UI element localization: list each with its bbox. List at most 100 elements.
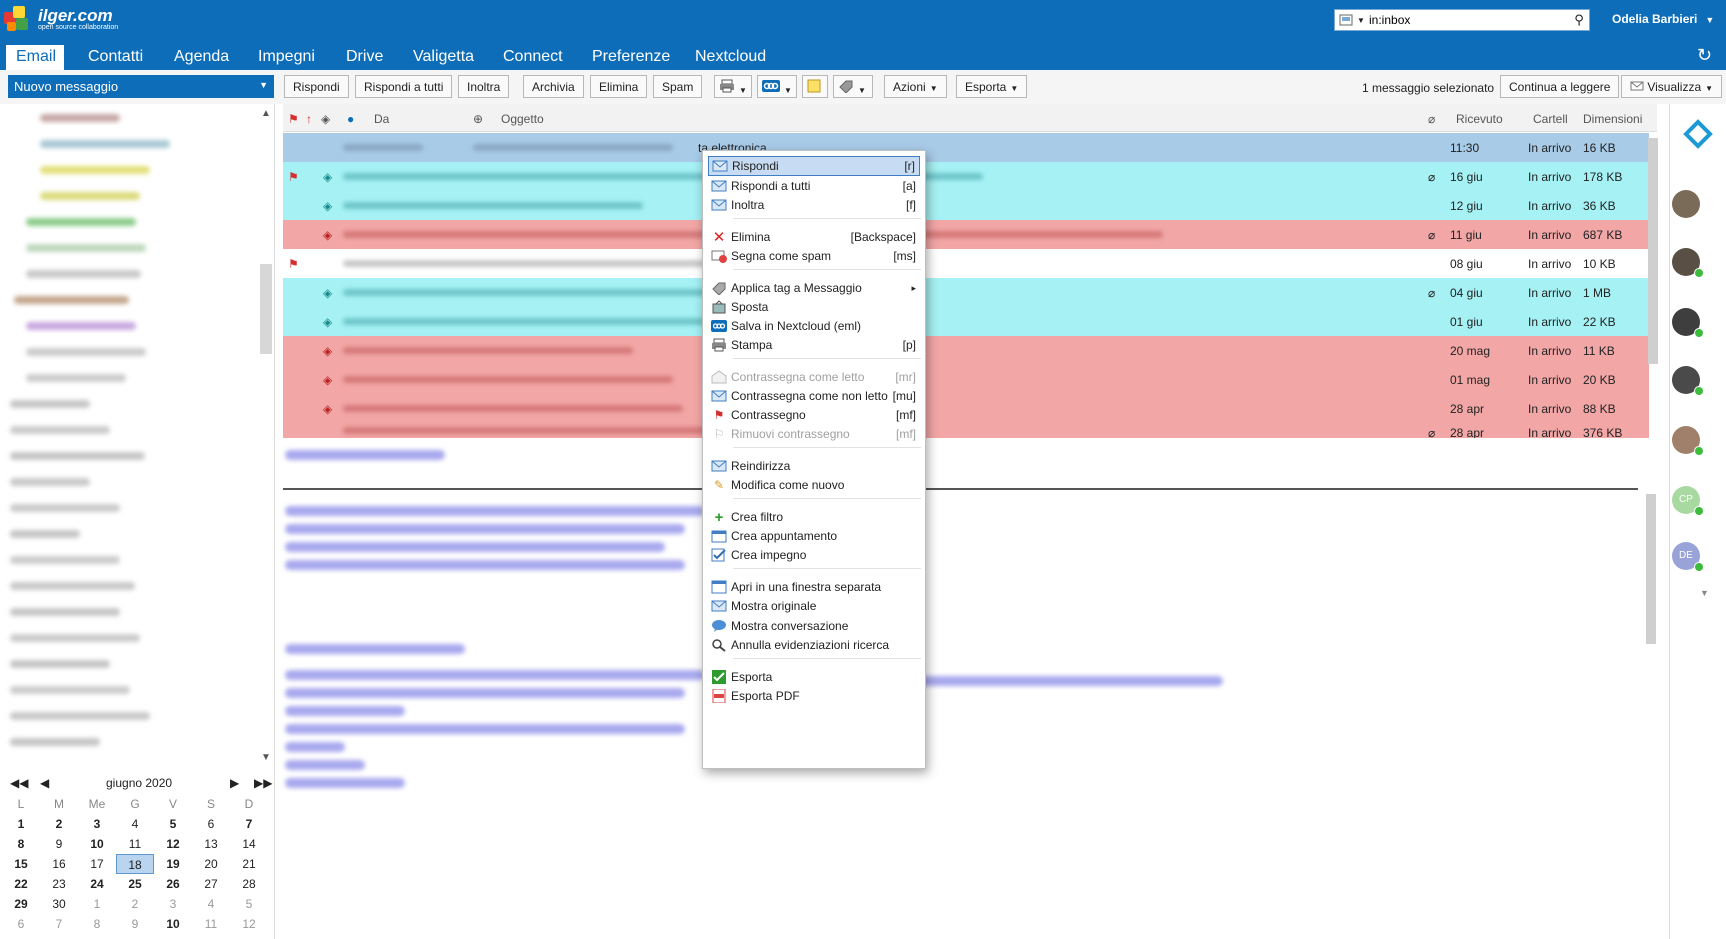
menu-item-reply-all[interactable]: Rispondi a tutti [a] <box>708 176 920 196</box>
thread-column-icon[interactable]: ⊕ <box>473 112 483 126</box>
message-row[interactable]: ◈ 12 giu In arrivo 36 KB <box>283 191 1649 220</box>
contact-avatar[interactable] <box>1672 308 1704 338</box>
tab-nextcloud[interactable]: Nextcloud <box>685 45 776 70</box>
menu-item-export[interactable]: Esporta <box>708 667 920 687</box>
search-icon[interactable]: ⚲ <box>1569 12 1589 28</box>
refresh-icon[interactable]: ↻ <box>1697 45 1712 66</box>
view-button[interactable]: Visualizza ▼ <box>1621 75 1723 98</box>
column-folder[interactable]: Cartell <box>1533 112 1568 126</box>
calendar-day[interactable]: 6 <box>2 914 40 934</box>
scrollbar-thumb[interactable] <box>1646 494 1656 644</box>
calendar-day-selected[interactable]: 18 <box>116 854 154 874</box>
calendar-day[interactable]: 29 <box>2 894 40 914</box>
continue-reading-button[interactable]: Continua a leggere <box>1500 75 1620 98</box>
message-row[interactable]: ta elettronica 11:30 In arrivo 16 KB <box>283 133 1649 162</box>
prev-month-icon[interactable]: ◀ <box>40 776 49 790</box>
calendar-day[interactable]: 16 <box>40 854 78 874</box>
reply-button[interactable]: Rispondi <box>284 75 349 98</box>
message-row[interactable]: ⚑ ◈ ⌀ 16 giu In arrivo 178 KB <box>283 162 1649 191</box>
calendar-day[interactable]: 8 <box>78 914 116 934</box>
folder-item[interactable] <box>40 114 120 122</box>
calendar-day[interactable]: 7 <box>40 914 78 934</box>
spam-button[interactable]: Spam <box>653 75 703 98</box>
calendar-day[interactable]: 22 <box>2 874 40 894</box>
folder-item[interactable] <box>10 452 145 460</box>
message-row[interactable]: ◈ ⌀ 04 giu In arrivo 1 MB <box>283 278 1649 307</box>
column-received[interactable]: Ricevuto <box>1456 112 1503 126</box>
calendar-day[interactable]: 9 <box>40 834 78 854</box>
folder-item[interactable] <box>40 192 140 200</box>
attachment-column-icon[interactable]: ⌀ <box>1428 112 1435 126</box>
calendar-day[interactable]: 24 <box>78 874 116 894</box>
contact-avatar[interactable] <box>1672 366 1704 396</box>
menu-item-open-window[interactable]: Apri in una finestra separata <box>708 577 920 597</box>
menu-item-print[interactable]: Stampa [p] <box>708 335 920 355</box>
calendar-day[interactable]: 8 <box>2 834 40 854</box>
calendar-day[interactable]: 30 <box>40 894 78 914</box>
calendar-day[interactable]: 1 <box>2 814 40 834</box>
flag-column-icon[interactable]: ⚑ <box>288 112 299 126</box>
calendar-day[interactable]: 10 <box>78 834 116 854</box>
tab-agenda[interactable]: Agenda <box>164 45 239 70</box>
search-input[interactable] <box>1369 11 1569 29</box>
flag-icon[interactable]: ⚑ <box>288 170 299 184</box>
tag-icon[interactable]: ◈ <box>323 373 332 387</box>
actions-button[interactable]: Azioni ▼ <box>884 75 947 98</box>
tag-column-icon[interactable]: ◈ <box>321 112 330 126</box>
folder-item[interactable] <box>10 660 110 668</box>
tag-icon[interactable]: ◈ <box>323 286 332 300</box>
calendar-day[interactable]: 11 <box>192 914 230 934</box>
calendar-day[interactable]: 10 <box>154 914 192 934</box>
tab-connect[interactable]: Connect <box>493 45 573 70</box>
column-size[interactable]: Dimensioni <box>1583 112 1642 126</box>
scrollbar-thumb[interactable] <box>260 264 272 354</box>
brand-logo[interactable]: ilger.com open source collaboration <box>4 4 118 34</box>
calendar-day[interactable]: 4 <box>116 814 154 834</box>
next-year-icon[interactable]: ▶▶ <box>254 776 272 790</box>
menu-item-mark-unread[interactable]: Contrassegna come non letto [mu] <box>708 386 920 406</box>
prev-year-icon[interactable]: ◀◀ <box>10 776 28 790</box>
calendar-day[interactable]: 19 <box>154 854 192 874</box>
calendar-day[interactable]: 1 <box>78 894 116 914</box>
column-subject[interactable]: Oggetto <box>501 112 544 126</box>
folder-item[interactable] <box>40 140 170 148</box>
folder-item[interactable] <box>10 530 80 538</box>
contact-avatar[interactable]: DE <box>1672 542 1704 572</box>
tag-icon[interactable]: ◈ <box>323 199 332 213</box>
calendar-day[interactable]: 21 <box>230 854 268 874</box>
tag-icon[interactable]: ◈ <box>323 402 332 416</box>
calendar-day[interactable]: 5 <box>154 814 192 834</box>
preview-scrollbar[interactable] <box>1645 450 1657 935</box>
reply-all-button[interactable]: Rispondi a tutti <box>355 75 453 98</box>
scroll-up-icon[interactable]: ▲ <box>261 108 271 119</box>
calendar-day[interactable]: 3 <box>78 814 116 834</box>
message-row[interactable]: ◈ 20 mag In arrivo 11 KB <box>283 336 1649 365</box>
flag-icon[interactable]: ⚑ <box>288 257 299 271</box>
calendar-day[interactable]: 23 <box>40 874 78 894</box>
folder-item[interactable] <box>26 348 146 356</box>
tag-button[interactable]: ▼ <box>833 75 873 98</box>
message-row[interactable]: ◈ 28 apr In arrivo 88 KB <box>283 394 1649 423</box>
folder-scrollbar[interactable]: ▲ ▼ <box>258 104 274 764</box>
folder-item[interactable] <box>26 244 146 252</box>
menu-item-flag[interactable]: ⚑ Contrassegno [mf] <box>708 405 920 425</box>
archive-button[interactable]: Archivia <box>523 75 584 98</box>
scrollbar-thumb[interactable] <box>1648 138 1658 364</box>
menu-item-save-nextcloud[interactable]: Salva in Nextcloud (eml) <box>708 316 920 336</box>
contact-avatar[interactable] <box>1672 248 1704 278</box>
calendar-day[interactable]: 3 <box>154 894 192 914</box>
folder-item[interactable] <box>26 218 136 226</box>
calendar-day[interactable]: 27 <box>192 874 230 894</box>
calendar-day[interactable]: 17 <box>78 854 116 874</box>
menu-item-redirect[interactable]: Reindirizza <box>708 456 920 476</box>
menu-item-export-pdf[interactable]: Esporta PDF <box>708 686 920 706</box>
contact-avatar[interactable] <box>1672 190 1700 218</box>
connect-logo-icon[interactable] <box>1682 118 1714 150</box>
delete-button[interactable]: Elimina <box>590 75 648 98</box>
nextcloud-button[interactable]: ▼ <box>757 75 797 98</box>
message-row[interactable]: ◈ ⌀ 11 giu In arrivo 687 KB <box>283 220 1649 249</box>
scroll-down-icon[interactable]: ▼ <box>1700 588 1709 598</box>
calendar-day[interactable]: 15 <box>2 854 40 874</box>
folder-item[interactable] <box>26 322 136 330</box>
calendar-day[interactable]: 11 <box>116 834 154 854</box>
